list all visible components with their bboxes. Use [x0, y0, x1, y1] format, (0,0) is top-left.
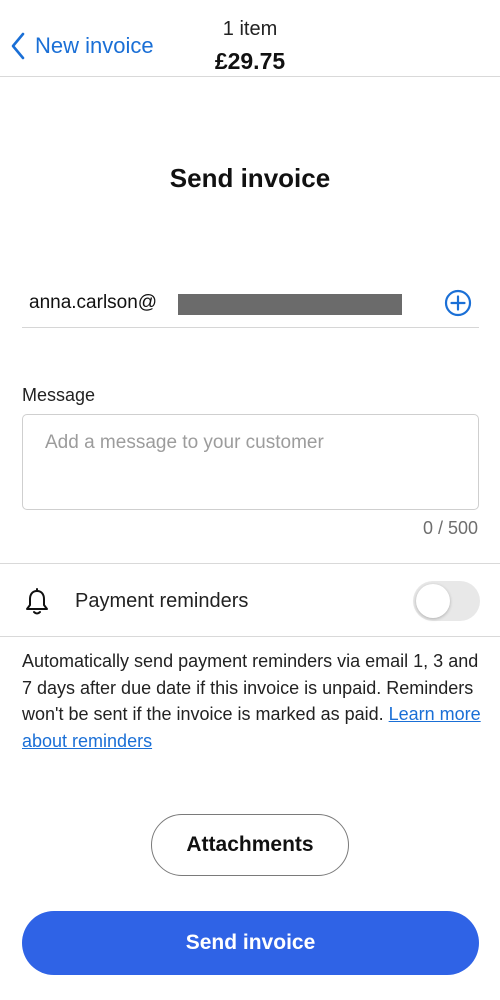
attachments-button[interactable]: Attachments	[151, 814, 349, 876]
message-label: Message	[22, 385, 96, 405]
plus-circle-icon[interactable]	[444, 289, 472, 317]
reminders-description: Automatically send payment reminders via…	[22, 648, 484, 754]
page-title: Send invoice	[169, 163, 331, 193]
recipient-email: anna.carlson@	[29, 292, 158, 313]
toggle-knob	[416, 584, 450, 618]
send-invoice-button[interactable]: Send invoice	[22, 911, 479, 975]
redacted-email-domain	[178, 294, 402, 315]
recipient-email-field[interactable]: anna.carlson@	[22, 284, 479, 328]
payment-reminders-label: Payment reminders	[75, 590, 249, 612]
payment-reminders-toggle[interactable]	[413, 581, 480, 621]
bell-icon	[26, 588, 48, 615]
item-count: 1 item	[222, 18, 278, 40]
payment-reminders-row: Payment reminders	[0, 563, 500, 637]
message-char-counter: 0 / 500	[422, 518, 478, 538]
invoice-total: £29.75	[214, 48, 286, 74]
header-bar: New invoice 1 item £29.75	[0, 0, 500, 77]
message-textarea[interactable]	[22, 414, 479, 510]
